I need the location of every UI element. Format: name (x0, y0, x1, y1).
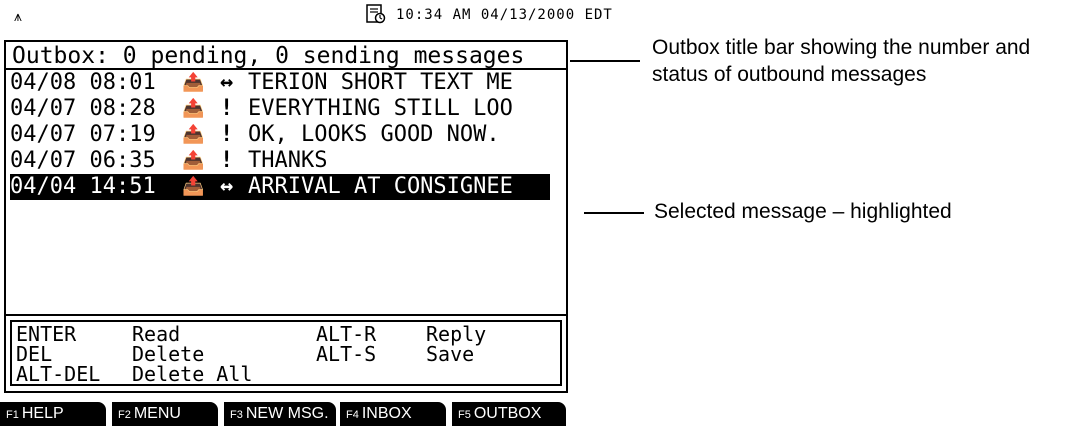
outbox-envelope-icon: 📤 (182, 98, 205, 119)
message-subject: THANKS (248, 148, 328, 173)
f2-menu-key[interactable]: F2 MENU (112, 402, 218, 426)
message-row-selected[interactable]: 04/04 14:51 📤 ↔ ARRIVAL AT CONSIGNEE (10, 174, 550, 200)
selected-callout-line (584, 212, 644, 214)
outbox-envelope-icon: 📤 (182, 72, 205, 93)
outbox-envelope-icon: 📤 (182, 150, 205, 171)
message-status-icon: ↔ (220, 174, 234, 199)
message-status-icon: ↔ (220, 70, 234, 95)
message-subject: TERION SHORT TEXT ME (248, 70, 513, 95)
message-status-icon: ! (220, 96, 234, 121)
clock-display: 10:34 AM 04/13/2000 EDT (396, 7, 613, 23)
message-subject: OK, LOOKS GOOD NOW. (248, 122, 500, 147)
message-time: 04/07 07:19 (10, 122, 156, 147)
status-bar: ⩚ 10:34 AM 04/13/2000 EDT (0, 0, 612, 30)
f3-new-msg-key[interactable]: F3 NEW MSG. (224, 402, 336, 426)
outbox-title: Outbox: 0 pending, 0 sending messages (12, 43, 525, 69)
message-status-icon: ! (220, 148, 234, 173)
outbox-screen: Outbox: 0 pending, 0 sending messages 04… (4, 40, 568, 393)
shortcut-action: Delete All (132, 362, 253, 386)
title-bar-callout-line (570, 60, 640, 62)
outbox-title-bar: Outbox: 0 pending, 0 sending messages (6, 42, 566, 70)
outbox-envelope-icon: 📤 (182, 124, 205, 145)
shortcut-action: Save (426, 342, 475, 366)
key-help-panel: ENTER Read ALT-R Reply DEL Delete ALT-S … (6, 314, 566, 391)
key-help-frame: ENTER Read ALT-R Reply DEL Delete ALT-S … (10, 320, 562, 386)
function-key-bar: F1 HELP F2 MENU F3 NEW MSG. F4 INBOX F5 OUTBO… (0, 402, 570, 426)
message-time: 04/07 06:35 (10, 148, 156, 173)
shortcut-key: ALT-S (316, 342, 377, 366)
message-list: 04/08 08:01 📤 ↔ TERION SHORT TEXT ME 04/… (6, 70, 566, 314)
f5-outbox-key[interactable]: F5 OUTBOX (452, 402, 566, 426)
message-subject: ARRIVAL AT CONSIGNEE (248, 174, 513, 199)
f1-help-key[interactable]: F1 HELP (0, 402, 106, 426)
antenna-icon: ⩚ (14, 9, 22, 25)
message-time: 04/07 08:28 (10, 96, 156, 121)
message-time: 04/08 08:01 (10, 70, 156, 95)
outbox-envelope-icon: 📤 (182, 176, 205, 197)
message-status-icon: ! (220, 122, 234, 147)
shortcut-key: ALT-DEL (16, 362, 101, 386)
f4-inbox-key[interactable]: F4 INBOX (340, 402, 446, 426)
message-indicator-icon (366, 4, 386, 24)
title-bar-callout: Outbox title bar showing the number and … (652, 36, 1031, 86)
selected-callout: Selected message – highlighted (654, 200, 952, 223)
message-subject: EVERYTHING STILL LOO (248, 96, 513, 121)
message-time: 04/04 14:51 (10, 174, 156, 199)
